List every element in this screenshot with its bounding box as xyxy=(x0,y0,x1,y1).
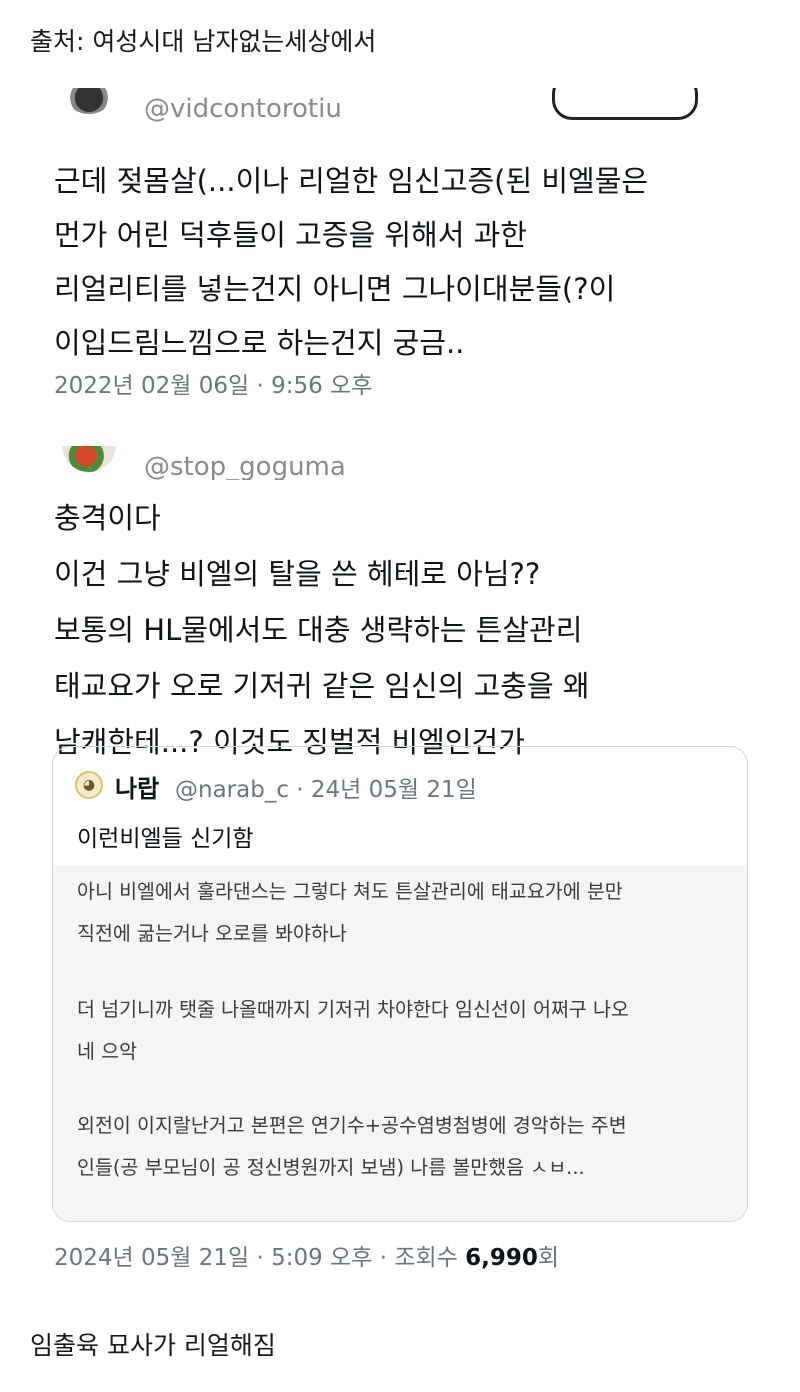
tweet-line: 충격이다 xyxy=(54,501,161,535)
tweet1-handle[interactable]: @vidcontorotiu xyxy=(144,94,342,122)
tweet1-header: @vidcontorotiu xyxy=(22,88,780,122)
attachment-line: 더 넘기니까 탯줄 나올때까지 기저귀 차야한다 임신선이 어쩌구 나오 xyxy=(77,998,629,1021)
attachment-paragraph: 더 넘기니까 탯줄 나올때까지 기저귀 차야한다 임신선이 어쩌구 나오 네 으… xyxy=(77,989,733,1073)
view-count: 6,990 xyxy=(465,1245,538,1271)
view-unit: 회 xyxy=(537,1245,560,1271)
attachment-line: 인들(공 부모님이 공 정신병원까지 보냄) 나름 볼만했음 ㅅㅂ... xyxy=(77,1156,585,1179)
tweet1-text: 근데 젖몸살(...이나 리얼한 임신고증(된 비엘물은 먼가 어린 덕후들이 … xyxy=(54,154,760,370)
tweet-line: 보통의 HL물에서도 대충 생략하는 튼살관리 xyxy=(54,613,583,647)
quoted-author-name[interactable]: 나랍 xyxy=(115,769,159,804)
attachment-paragraph: 외전이 이지랄난거고 본편은 연기수+공수염병첨병에 경악하는 주변 인들(공 … xyxy=(77,1105,733,1189)
tweet-line: 이입드림느낌으로 하는건지 궁금.. xyxy=(54,326,465,360)
timestamp-text: 2024년 05월 21일 · 5:09 오후 · 조회수 xyxy=(54,1245,466,1271)
quoted-tweet-card[interactable]: ◕ 나랍 @narab_c · 24년 05월 21일 이런비엘들 신기함 아니… xyxy=(52,746,748,1222)
attachment-line: 직전에 굶는거나 오로를 봐야하나 xyxy=(77,922,347,945)
tweet-line: 태교요가 오로 기저귀 같은 임신의 고충을 왜 xyxy=(54,669,590,703)
attachment-line: 네 으악 xyxy=(77,1040,138,1063)
follow-button[interactable] xyxy=(552,88,698,120)
avatar[interactable] xyxy=(62,88,116,114)
tweet2-header: @stop_goguma xyxy=(22,446,780,480)
attachment-paragraph: 아니 비엘에서 훌라댄스는 그렇다 쳐도 튼살관리에 태교요가에 분만 직전에 … xyxy=(77,871,733,955)
tweet-screenshot: @vidcontorotiu 근데 젖몸살(...이나 리얼한 임신고증(된 비… xyxy=(22,88,780,1298)
tweet-line: 리얼리티를 넣는건지 아니면 그나이대분들(?이 xyxy=(54,272,616,306)
tweet1-timestamp[interactable]: 2022년 02월 06일 · 9:56 오후 xyxy=(54,366,372,400)
tweet2-timestamp[interactable]: 2024년 05월 21일 · 5:09 오후 · 조회수 6,990회 xyxy=(54,1238,559,1272)
tweet-line: 이건 그냥 비엘의 탈을 쓴 헤테로 아님?? xyxy=(54,557,541,591)
tweet-line: 근데 젖몸살(...이나 리얼한 임신고증(된 비엘물은 xyxy=(54,164,649,198)
avatar[interactable] xyxy=(62,446,116,472)
footer-caption: 임출육 묘사가 리얼해짐 xyxy=(30,1331,276,1360)
attachment-line: 외전이 이지랄난거고 본편은 연기수+공수염병첨병에 경악하는 주변 xyxy=(77,1114,627,1137)
attachment-line: 아니 비엘에서 훌라댄스는 그렇다 쳐도 튼살관리에 태교요가에 분만 xyxy=(77,880,623,903)
quoted-attachment[interactable]: 아니 비엘에서 훌라댄스는 그렇다 쳐도 튼살관리에 태교요가에 분만 직전에 … xyxy=(53,865,747,1221)
quoted-author-handle-date: @narab_c · 24년 05월 21일 xyxy=(175,777,477,803)
tweet-line: 먼가 어린 덕후들이 고증을 위해서 과한 xyxy=(54,218,527,252)
quoted-tweet-text: 이런비엘들 신기함 xyxy=(77,826,254,852)
tweet2-text: 충격이다 이건 그냥 비엘의 탈을 쓴 헤테로 아님?? 보통의 HL물에서도 … xyxy=(54,490,760,770)
avatar[interactable]: ◕ xyxy=(75,771,103,799)
source-caption: 출처: 여성시대 남자없는세상에서 xyxy=(30,27,377,56)
tweet2-handle[interactable]: @stop_goguma xyxy=(144,452,346,480)
